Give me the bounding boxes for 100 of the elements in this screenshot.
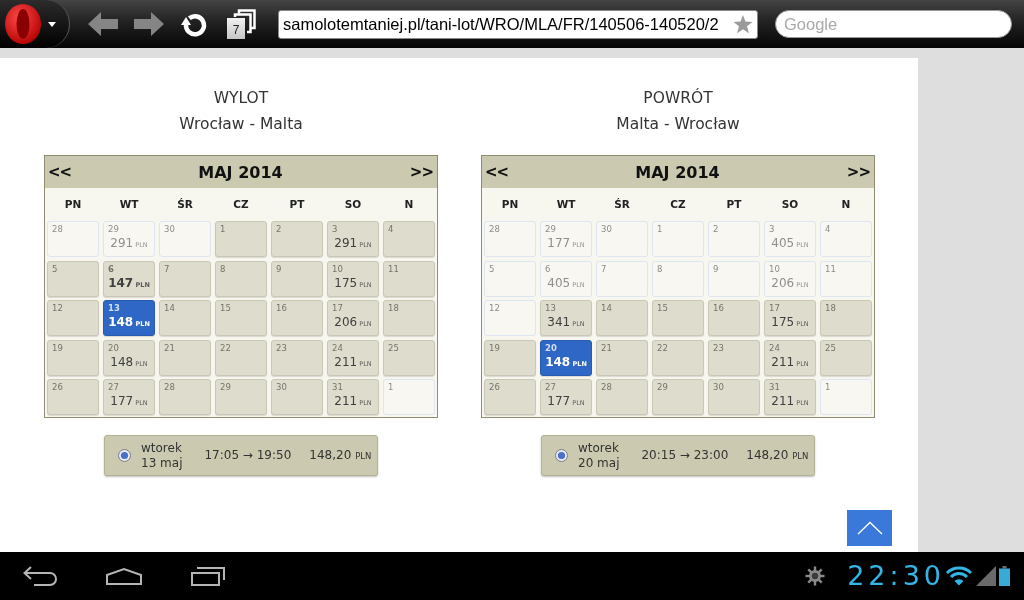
day-cell[interactable]: 5 (47, 260, 99, 297)
next-month-button[interactable]: >> (408, 163, 434, 181)
day-cell[interactable]: 18 (820, 300, 872, 336)
weekday-label: CZ (670, 198, 686, 210)
day-cell[interactable]: 23 (708, 339, 760, 376)
day-number: 10 (332, 263, 343, 274)
next-month-button[interactable]: >> (845, 163, 871, 181)
day-cell[interactable]: 26 (484, 379, 536, 415)
day-cell[interactable]: 18 (383, 300, 435, 336)
day-cell[interactable]: 8 (215, 260, 267, 297)
day-cell[interactable]: 15 (215, 300, 267, 336)
day-cell[interactable]: 21 (596, 339, 648, 376)
day-number: 6 (545, 263, 551, 274)
day-number: 26 (489, 382, 500, 392)
radio-icon[interactable] (555, 449, 568, 462)
day-number: 10 (769, 263, 780, 274)
day-number: 12 (52, 303, 63, 313)
day-cell[interactable]: 25 (383, 339, 435, 376)
day-number: 1 (388, 382, 394, 392)
flight-option[interactable]: wtorek 13 maj 17:05 → 19:50 148,20 PLN (104, 435, 378, 476)
day-cell[interactable]: 7 (159, 260, 211, 297)
day-number: 27 (108, 382, 119, 392)
day-cell[interactable]: 22 (652, 339, 704, 376)
radio-icon[interactable] (118, 449, 131, 462)
recent-apps-icon (190, 566, 226, 586)
back-arrow-icon (88, 12, 118, 36)
flight-option[interactable]: wtorek 20 maj 20:15 → 23:00 148,20 PLN (541, 435, 815, 476)
day-number: 25 (388, 342, 399, 353)
day-number: 19 (52, 342, 63, 353)
day-number: 22 (220, 342, 231, 353)
weekday-label: PN (64, 198, 82, 210)
day-cell[interactable]: 23 (271, 339, 323, 376)
day-cell[interactable]: 12 (47, 300, 99, 336)
day-number: 8 (657, 263, 663, 274)
day-cell[interactable]: 9 (271, 260, 323, 297)
day-cell[interactable]: 26 (47, 379, 99, 415)
day-cell[interactable]: 28 (596, 379, 648, 415)
day-cell[interactable]: 1 (215, 221, 267, 257)
day-number: 14 (601, 303, 612, 313)
star-icon[interactable] (733, 14, 753, 34)
day-cell[interactable]: 29 (652, 379, 704, 415)
day-cell[interactable]: 11 (383, 260, 435, 297)
day-cell[interactable]: 25 (820, 339, 872, 376)
day-number: 27 (545, 382, 556, 392)
day-number: 1 (220, 224, 226, 234)
search-field[interactable]: Google (775, 10, 1012, 38)
day-number: 2 (276, 224, 282, 234)
menu-button[interactable] (0, 0, 70, 48)
day-cell[interactable]: 21 (159, 339, 211, 376)
day-number: 24 (332, 342, 343, 353)
day-number: 29 (108, 224, 119, 234)
day-number: 4 (388, 224, 394, 234)
section-title: WYLOT (213, 88, 269, 109)
weekday-label: wtorek (141, 440, 183, 456)
day-number: 21 (164, 342, 175, 353)
day-number: 22 (657, 342, 668, 353)
day-cell[interactable]: 16 (271, 300, 323, 336)
clock: 22:30 (847, 561, 945, 591)
signal-icon (976, 566, 996, 586)
day-number: 20 (108, 342, 119, 353)
day-cell[interactable]: 30 (271, 379, 323, 415)
day-number: 28 (52, 224, 63, 234)
day-number: 16 (713, 303, 724, 313)
previous-month-button[interactable]: << (47, 163, 73, 181)
tabs-button[interactable]: 7 (218, 4, 264, 44)
scroll-top-button[interactable] (847, 510, 892, 546)
day-number: 17 (332, 303, 343, 313)
address-field[interactable]: samolotemtaniej.pl/tani-lot/WRO/MLA/FR/140506-140520/2 (278, 9, 758, 39)
day-cell[interactable]: 2 (271, 221, 323, 257)
day-cell[interactable]: 19 (484, 339, 536, 376)
flight-times: 20:15 → 23:00 (641, 448, 729, 463)
day-number: 29 (220, 382, 231, 392)
day-number: 30 (276, 382, 287, 392)
day-number: 19 (489, 342, 500, 353)
previous-month-button[interactable]: << (484, 163, 510, 181)
wifi-icon (945, 566, 973, 586)
day-cell[interactable]: 16 (708, 300, 760, 336)
day-cell[interactable]: 28 (159, 379, 211, 415)
day-number: 28 (489, 224, 500, 234)
day-cell[interactable]: 19 (47, 339, 99, 376)
day-cell[interactable]: 14 (159, 300, 211, 336)
day-cell[interactable]: 29 (215, 379, 267, 415)
day-cell[interactable]: 22 (215, 339, 267, 376)
day-number: 1 (657, 224, 663, 234)
day-number: 4 (825, 224, 831, 234)
day-cell[interactable]: 15 (652, 300, 704, 336)
day-number: 9 (276, 263, 282, 274)
day-number: 7 (601, 263, 607, 274)
day-cell[interactable]: 4 (383, 221, 435, 257)
day-number: 12 (489, 303, 500, 313)
day-cell[interactable]: 14 (596, 300, 648, 336)
day-cell[interactable]: 30 (708, 379, 760, 415)
weekday-label: ŚR (614, 198, 630, 210)
day-number: 13 (545, 303, 556, 313)
weekday-label: PN (501, 198, 519, 210)
day-number: 14 (164, 303, 175, 313)
weekday-label: CZ (233, 198, 249, 210)
route-label: Wrocław - Malta (179, 114, 303, 135)
day-number: 20 (545, 342, 557, 353)
weekday-label: N (404, 198, 414, 210)
